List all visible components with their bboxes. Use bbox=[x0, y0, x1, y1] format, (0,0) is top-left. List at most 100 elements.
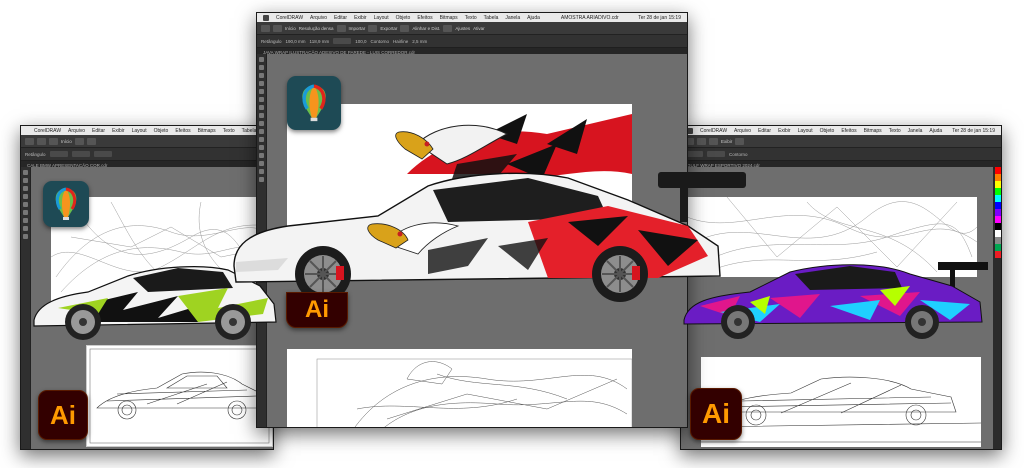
menu-item-texto-center[interactable]: Texto bbox=[465, 15, 477, 21]
prop-outline-width[interactable]: 2,5 mm bbox=[412, 39, 427, 44]
toolbar-label-importar[interactable]: Importar bbox=[349, 26, 366, 31]
menu-item-bitmaps-center[interactable]: Bitmaps bbox=[440, 15, 458, 21]
prop-scale-value[interactable]: 100,0 bbox=[355, 39, 366, 44]
export-button-center[interactable] bbox=[368, 24, 378, 32]
zoom-button-right[interactable] bbox=[735, 137, 745, 145]
connector-tool-icon[interactable] bbox=[259, 145, 264, 150]
prop-outline-value[interactable]: Hairline bbox=[393, 39, 408, 44]
palette-swatch[interactable] bbox=[995, 223, 1001, 230]
rectangle-tool-icon[interactable] bbox=[23, 210, 28, 215]
zoom-tool-icon[interactable] bbox=[259, 81, 264, 86]
palette-swatch[interactable] bbox=[995, 237, 1001, 244]
palette-swatch[interactable] bbox=[995, 174, 1001, 181]
palette-swatch[interactable] bbox=[995, 188, 1001, 195]
menu-item-tabela-center[interactable]: Tabela bbox=[484, 15, 499, 21]
width-field[interactable] bbox=[49, 151, 68, 157]
text-tool-icon[interactable] bbox=[259, 129, 264, 134]
palette-swatch[interactable] bbox=[995, 209, 1001, 216]
menu-item-exibir[interactable]: Exibir bbox=[112, 128, 125, 134]
adjust-button-center[interactable] bbox=[443, 24, 453, 32]
menu-item-editar[interactable]: Editar bbox=[92, 128, 105, 134]
toolbar-label-alinhar[interactable]: Alinhar e Dist. bbox=[412, 26, 440, 31]
palette-swatch[interactable] bbox=[995, 181, 1001, 188]
prop-height-value[interactable]: 118,9 mm bbox=[310, 39, 330, 44]
menu-item-texto[interactable]: Texto bbox=[223, 128, 235, 134]
palette-swatch[interactable] bbox=[995, 202, 1001, 209]
crop-tool-icon[interactable] bbox=[259, 73, 264, 78]
polygon-tool-icon[interactable] bbox=[259, 121, 264, 126]
menu-item-objeto-center[interactable]: Objeto bbox=[396, 15, 411, 21]
menu-item-tabela[interactable]: Tabela bbox=[242, 128, 257, 134]
scale-field[interactable] bbox=[93, 151, 112, 157]
palette-swatch[interactable] bbox=[995, 167, 1001, 174]
app-name[interactable]: CorelDRAW bbox=[34, 128, 61, 134]
import-button[interactable] bbox=[74, 137, 84, 145]
toolbar-label-exibir[interactable]: Exibir bbox=[721, 139, 732, 144]
toolbar-label-exportar[interactable]: Exportar bbox=[380, 26, 397, 31]
menu-item-exibir-center[interactable]: Exibir bbox=[354, 15, 367, 21]
save-button[interactable] bbox=[49, 137, 58, 145]
toolbar-label-ativar[interactable]: Ativar bbox=[473, 26, 485, 31]
menu-item-arquivo-center[interactable]: Arquivo bbox=[310, 15, 327, 21]
menu-item-ajuda-center[interactable]: Ajuda bbox=[527, 15, 540, 21]
menu-item-arquivo-right[interactable]: Arquivo bbox=[734, 128, 751, 134]
import-button-center[interactable] bbox=[336, 24, 346, 32]
palette-swatch[interactable] bbox=[995, 230, 1001, 237]
menu-item-objeto-right[interactable]: Objeto bbox=[820, 128, 835, 134]
parallel-dimension-icon[interactable] bbox=[259, 137, 264, 142]
new-doc-button-center[interactable] bbox=[261, 24, 270, 32]
menu-item-editar-center[interactable]: Editar bbox=[334, 15, 347, 21]
palette-swatch[interactable] bbox=[995, 195, 1001, 202]
menu-item-efeitos-center[interactable]: Efeitos bbox=[417, 15, 432, 21]
open-button[interactable] bbox=[37, 137, 46, 145]
zoom-tool-icon[interactable] bbox=[23, 194, 28, 199]
toolbar-label-ajustes[interactable]: Ajustes bbox=[455, 26, 470, 31]
menu-item-bitmaps-right[interactable]: Bitmaps bbox=[864, 128, 882, 134]
drop-shadow-icon[interactable] bbox=[259, 153, 264, 158]
prop-width-value[interactable]: 190,0 mm bbox=[286, 39, 306, 44]
menu-item-layout[interactable]: Layout bbox=[132, 128, 147, 134]
pick-tool-icon[interactable] bbox=[23, 170, 28, 175]
menu-item-layout-right[interactable]: Layout bbox=[798, 128, 813, 134]
menu-item-janela-center[interactable]: Janela bbox=[505, 15, 520, 21]
artistic-media-icon[interactable] bbox=[259, 97, 264, 102]
freehand-tool-icon[interactable] bbox=[23, 202, 28, 207]
scale-field-center[interactable] bbox=[333, 38, 352, 44]
shape-tool-icon[interactable] bbox=[259, 65, 264, 70]
view-button-center[interactable] bbox=[400, 24, 410, 32]
menu-item-arquivo[interactable]: Arquivo bbox=[68, 128, 85, 134]
menu-item-bitmaps[interactable]: Bitmaps bbox=[198, 128, 216, 134]
export-button[interactable] bbox=[86, 137, 96, 145]
menu-item-efeitos-right[interactable]: Efeitos bbox=[841, 128, 856, 134]
menu-item-janela-right[interactable]: Janela bbox=[908, 128, 923, 134]
shape-tool-icon[interactable] bbox=[23, 178, 28, 183]
menu-item-ajuda-right[interactable]: Ajuda bbox=[929, 128, 942, 134]
crop-tool-icon[interactable] bbox=[23, 186, 28, 191]
pick-tool-icon[interactable] bbox=[259, 57, 264, 62]
rectangle-tool-icon[interactable] bbox=[259, 105, 264, 110]
save-button-right[interactable] bbox=[709, 137, 718, 145]
toolbar-label-inicio[interactable]: Início bbox=[61, 139, 72, 144]
text-tool-icon[interactable] bbox=[23, 226, 28, 231]
open-button-right[interactable] bbox=[697, 137, 706, 145]
menu-item-texto-right[interactable]: Texto bbox=[889, 128, 901, 134]
palette-swatch[interactable] bbox=[995, 244, 1001, 251]
ellipse-tool-icon[interactable] bbox=[259, 113, 264, 118]
freehand-tool-icon[interactable] bbox=[259, 89, 264, 94]
ellipse-tool-icon[interactable] bbox=[23, 218, 28, 223]
menu-item-editar-right[interactable]: Editar bbox=[758, 128, 771, 134]
menu-item-layout-center[interactable]: Layout bbox=[374, 15, 389, 21]
y-field-right[interactable] bbox=[707, 151, 725, 157]
app-name-center[interactable]: CorelDRAW bbox=[276, 15, 303, 21]
menu-item-efeitos[interactable]: Efeitos bbox=[175, 128, 190, 134]
toolbar-label-resolucao[interactable]: Resolução densa bbox=[299, 26, 334, 31]
toolbar-label-inicio-center[interactable]: Início bbox=[285, 26, 296, 31]
height-field[interactable] bbox=[71, 151, 90, 157]
menu-item-exibir-right[interactable]: Exibir bbox=[778, 128, 791, 134]
app-name-right[interactable]: CorelDRAW bbox=[700, 128, 727, 134]
open-button-center[interactable] bbox=[273, 24, 282, 32]
fill-tool-icon[interactable] bbox=[23, 234, 28, 239]
palette-swatch[interactable] bbox=[995, 216, 1001, 223]
menu-item-objeto[interactable]: Objeto bbox=[154, 128, 169, 134]
new-doc-button[interactable] bbox=[25, 137, 34, 145]
